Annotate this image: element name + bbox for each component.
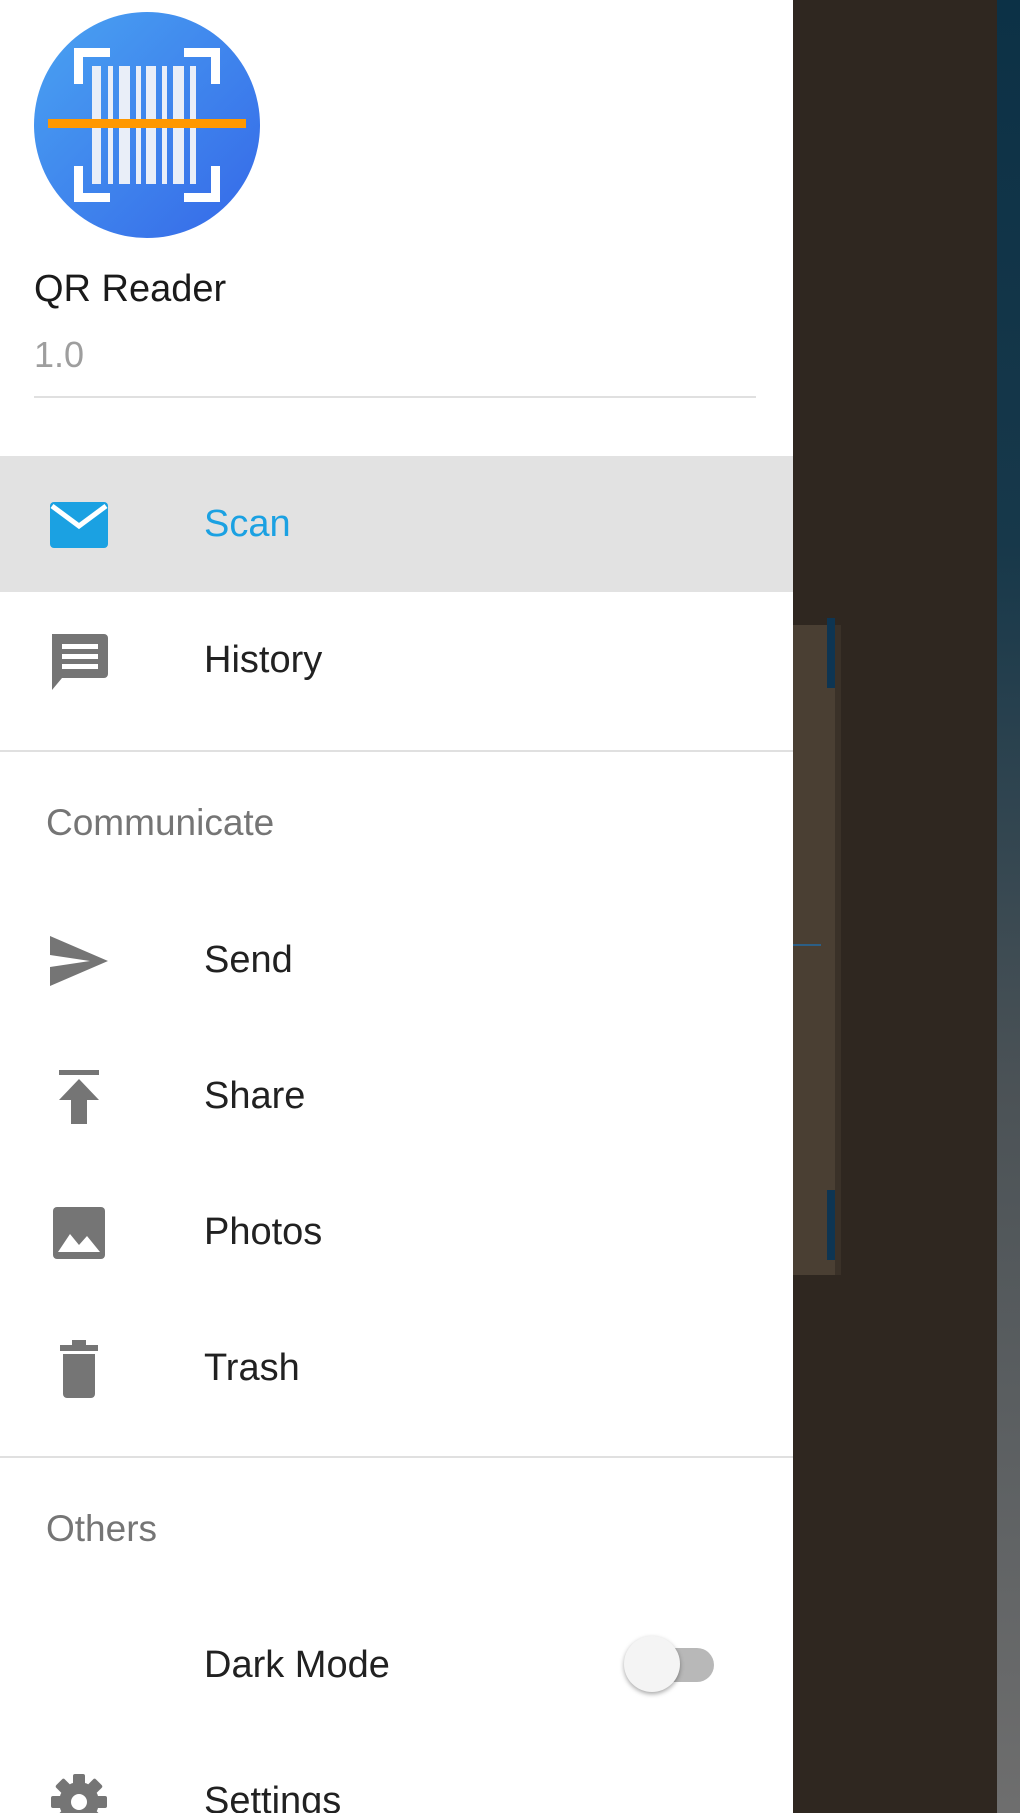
menu-item-photos[interactable]: Photos: [0, 1164, 793, 1300]
app-version: 1.0: [34, 334, 85, 375]
mail-icon: [48, 496, 110, 554]
menu-item-trash[interactable]: Trash: [0, 1300, 793, 1436]
menu-item-label: Trash: [204, 1347, 300, 1389]
section-divider: [0, 1456, 793, 1458]
send-icon: [48, 932, 110, 990]
menu-item-settings[interactable]: Settings: [0, 1733, 793, 1813]
navigation-drawer: QR Reader 1.0 Scan History Communicate S…: [0, 0, 793, 1813]
barcode-scanner-logo-icon: [34, 12, 260, 238]
section-title-others: Others: [46, 1508, 158, 1549]
trash-icon: [48, 1340, 110, 1398]
menu-item-label: Scan: [204, 503, 291, 545]
menu-item-label: Settings: [204, 1780, 342, 1813]
section-divider: [0, 750, 793, 752]
background-scan-line: [793, 944, 821, 946]
gear-icon: [48, 1773, 110, 1813]
menu-item-send[interactable]: Send: [0, 892, 793, 1028]
dark-mode-toggle[interactable]: [624, 1636, 718, 1692]
menu-item-share[interactable]: Share: [0, 1028, 793, 1164]
menu-item-label: Dark Mode: [204, 1644, 390, 1686]
upload-icon: [48, 1068, 110, 1126]
background-scan-corner-top: [793, 618, 835, 688]
chat-bubble-icon: [48, 632, 110, 690]
toggle-thumb: [624, 1636, 680, 1692]
header-divider: [34, 396, 756, 398]
menu-item-scan[interactable]: Scan: [0, 456, 793, 592]
section-title-communicate: Communicate: [46, 802, 275, 843]
background-edge-strip: [997, 0, 1020, 1813]
background-scan-frame: [793, 625, 841, 1275]
menu-item-label: History: [204, 639, 323, 681]
image-icon: [48, 1204, 110, 1262]
menu-item-history[interactable]: History: [0, 592, 793, 728]
menu-item-label: Share: [204, 1075, 306, 1117]
menu-item-label: Photos: [204, 1211, 323, 1253]
app-name: QR Reader: [34, 268, 227, 310]
menu-item-label: Send: [204, 939, 293, 981]
background-scan-corner-bottom: [793, 1190, 835, 1260]
moon-icon: [48, 1637, 110, 1695]
